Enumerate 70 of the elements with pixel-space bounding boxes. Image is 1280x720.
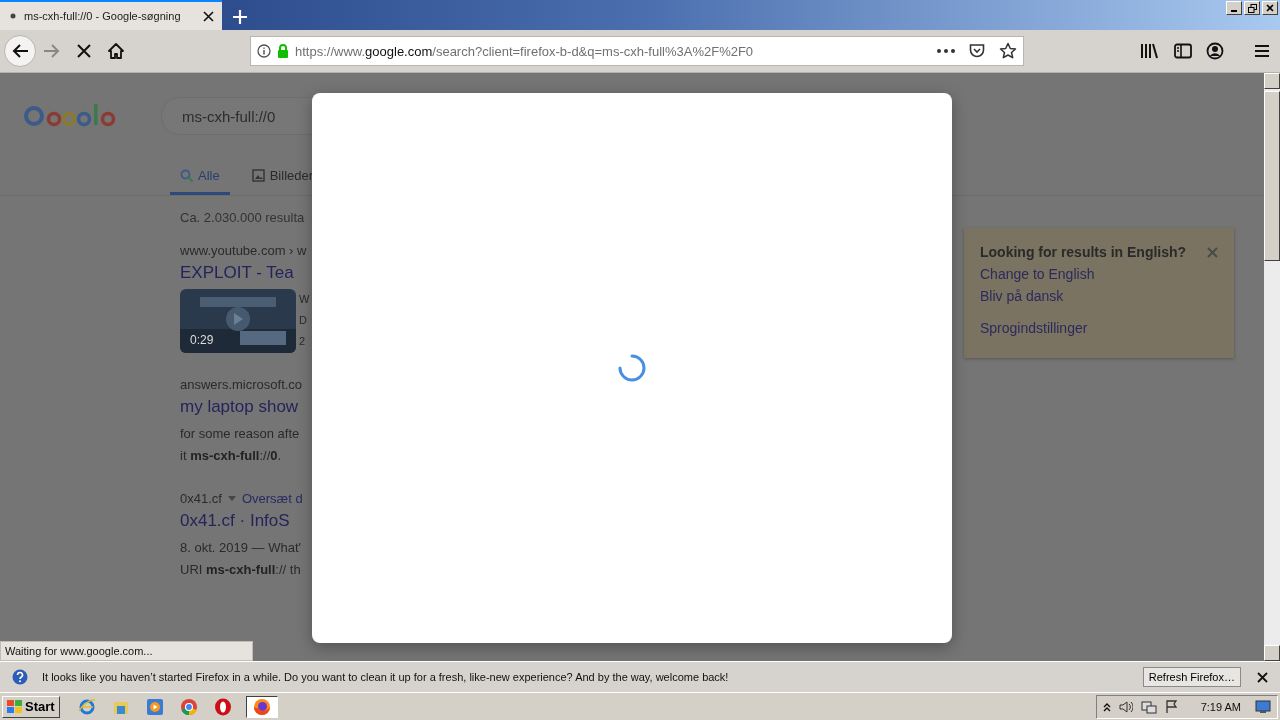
taskbar-app[interactable]: [245, 695, 278, 718]
clock: 7:19 AM: [1200, 700, 1241, 713]
result-title-link[interactable]: my laptop show: [180, 397, 308, 417]
help-icon: [12, 669, 28, 685]
caret-icon: [227, 496, 236, 501]
search-tab[interactable]: Alle: [170, 159, 230, 195]
status-text: Waiting for www.google.com...: [0, 641, 253, 661]
refresh-button[interactable]: Refresh Firefox…: [1142, 667, 1241, 687]
close-icon: [77, 44, 91, 58]
media-player-icon: [145, 697, 164, 716]
image-icon: [251, 169, 265, 182]
settings-link[interactable]: Sprogindstillinger: [980, 320, 1218, 336]
close-button[interactable]: [1262, 1, 1278, 15]
forward-arrow-icon: [43, 43, 61, 59]
notification-message: It looks like you haven’t started Firefox in a while. Do you want to clean it up for a fresh, like-new experience? And by the way, welcome back!: [42, 671, 730, 683]
menu-icon[interactable]: [1254, 44, 1270, 58]
address-bar[interactable]: https://www.google.com/search?client=firefox-b-d&q=ms-cxh-full%3A%2F%2F0: [250, 36, 1024, 66]
snippet-text: it ms-cxh-full://0.: [180, 447, 283, 465]
opera-icon: [213, 697, 232, 716]
language-link[interactable]: Change to English: [980, 266, 1218, 282]
card-heading: Looking for results in English?: [980, 244, 1187, 260]
star-icon[interactable]: [999, 42, 1017, 60]
desktop-icon[interactable]: [1255, 699, 1271, 714]
snippet-text: D: [299, 313, 308, 328]
flag-icon[interactable]: [1164, 699, 1179, 714]
minimize-button[interactable]: [1226, 1, 1242, 15]
windows-logo-icon: [7, 699, 23, 714]
scrollbar[interactable]: [1264, 73, 1280, 661]
spinner-icon: [618, 354, 646, 382]
plus-icon[interactable]: [232, 9, 248, 25]
restore-button[interactable]: [1244, 1, 1260, 15]
network-icon[interactable]: [1140, 699, 1157, 714]
result-url: www.youtube.com › w: [180, 243, 307, 258]
speaker-icon[interactable]: [1118, 699, 1133, 714]
video-duration: 0:29: [190, 333, 214, 347]
result-url: 0x41.cf: [180, 491, 222, 506]
browser-tab[interactable]: ms-cxh-full://0 - Google-søgning: [0, 0, 222, 30]
snippet-text: 2: [299, 334, 307, 349]
snippet-text: 8. okt. 2019 — What': [180, 539, 302, 557]
firefox-icon: [252, 697, 271, 716]
chrome-icon: [179, 697, 198, 716]
lock-icon: [277, 44, 289, 58]
language-link[interactable]: Bliv på dansk: [980, 288, 1218, 304]
back-arrow-icon: [11, 43, 29, 59]
pocket-icon[interactable]: [969, 43, 985, 59]
more-icon[interactable]: [937, 49, 955, 53]
snippet-text: for some reason afte: [180, 425, 301, 443]
close-icon: [1266, 4, 1274, 12]
result-url: answers.microsoft.co: [180, 377, 303, 392]
result-title-link[interactable]: EXPLOIT - Tea: [180, 263, 308, 283]
search-icon: [180, 169, 193, 182]
search-tab[interactable]: Billeder: [241, 159, 324, 195]
library-icon[interactable]: [1140, 43, 1158, 59]
start-button[interactable]: Start: [2, 695, 60, 718]
snippet-text: URI ms-cxh-full:// th: [180, 561, 302, 579]
info-icon: [257, 44, 271, 58]
close-icon[interactable]: [203, 10, 214, 22]
account-icon[interactable]: [1206, 42, 1224, 60]
chevron-up-icon[interactable]: [1102, 701, 1111, 712]
result-title-link[interactable]: 0x41.cf · InfoS: [180, 511, 308, 531]
back-button[interactable]: [4, 35, 36, 67]
result-count: Ca. 2.030.000 resulta: [180, 210, 306, 225]
restore-icon: [1247, 3, 1257, 13]
translate-link[interactable]: Oversæt d: [241, 491, 303, 506]
sidebar-icon[interactable]: [1174, 43, 1192, 59]
snippet-text: W: [299, 292, 310, 307]
home-icon: [108, 43, 124, 59]
loading-dot-icon: [10, 13, 16, 19]
browser-e-icon: [77, 697, 96, 716]
close-icon[interactable]: [1257, 671, 1268, 683]
